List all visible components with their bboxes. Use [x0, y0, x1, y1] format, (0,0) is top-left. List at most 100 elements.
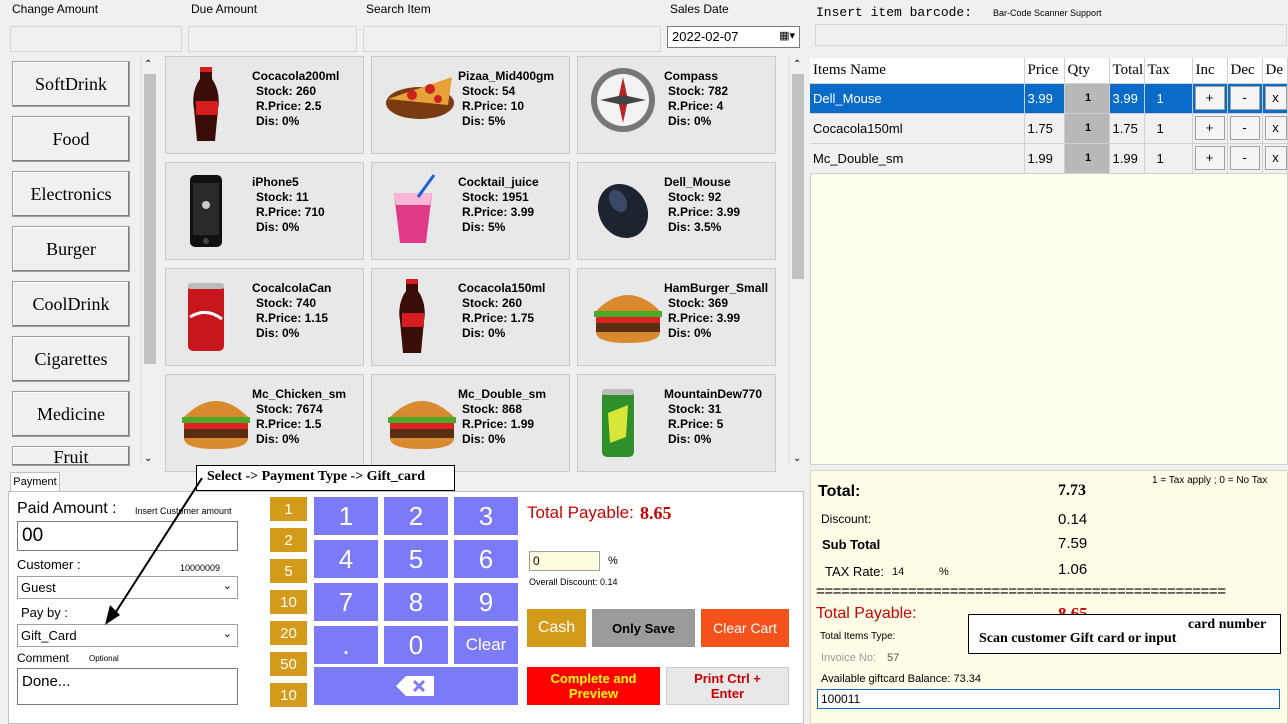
- cart-action-cell: x: [1262, 143, 1288, 174]
- category-electronics[interactable]: Electronics: [12, 171, 130, 217]
- numpad-key[interactable]: 9: [454, 583, 518, 621]
- product-card[interactable]: CocalcolaCan Stock: 740 R.Price: 1.15 Dis: …: [165, 268, 364, 366]
- quick-amount-button[interactable]: 5: [270, 559, 307, 583]
- column-header[interactable]: Inc: [1192, 58, 1228, 84]
- due-amount-field[interactable]: [188, 26, 357, 52]
- quick-amount-button[interactable]: 1: [270, 497, 307, 521]
- column-header[interactable]: Total: [1109, 58, 1145, 84]
- comment-label: Comment: [17, 651, 70, 665]
- column-header[interactable]: De: [1262, 58, 1288, 84]
- search-item-input[interactable]: [363, 26, 661, 52]
- decrease-button[interactable]: -: [1229, 116, 1260, 140]
- numpad-key[interactable]: 6: [454, 540, 518, 578]
- quick-amount-button[interactable]: 2: [270, 528, 307, 552]
- paid-amount-input[interactable]: 00: [17, 521, 238, 551]
- chevron-down-icon[interactable]: ⌄: [223, 579, 232, 592]
- product-card[interactable]: Pizaa_Mid400gm Stock: 54 R.Price: 10 Dis: 5…: [371, 56, 570, 154]
- giftcard-input[interactable]: 100011: [817, 689, 1280, 709]
- customer-select[interactable]: Guest ⌄: [17, 576, 238, 599]
- product-stock: Stock: 1951: [462, 190, 529, 204]
- clear-cart-button[interactable]: Clear Cart: [701, 609, 789, 647]
- backspace-button[interactable]: [314, 667, 518, 705]
- product-card[interactable]: Mc_Double_sm Stock: 868 R.Price: 1.99 Dis: …: [371, 374, 570, 472]
- tab-payment[interactable]: Payment: [10, 472, 60, 492]
- category-fruit[interactable]: Fruit: [12, 446, 130, 466]
- scroll-thumb[interactable]: [792, 74, 804, 279]
- numpad-key[interactable]: 0: [384, 626, 448, 664]
- column-header[interactable]: Tax: [1144, 58, 1193, 84]
- discount-input[interactable]: 0: [529, 551, 600, 571]
- barcode-input[interactable]: [815, 24, 1287, 46]
- complete-preview-button[interactable]: Complete and Preview: [527, 667, 660, 705]
- delete-button[interactable]: x: [1264, 116, 1287, 140]
- increase-button[interactable]: +: [1194, 146, 1225, 170]
- chevron-down-icon[interactable]: ⌄: [223, 627, 232, 640]
- column-header[interactable]: Price: [1024, 58, 1065, 84]
- numpad-key[interactable]: .: [314, 626, 378, 664]
- print-button[interactable]: Print Ctrl + Enter: [666, 667, 789, 705]
- product-card[interactable]: Compass Stock: 782 R.Price: 4 Dis: 0%: [577, 56, 776, 154]
- clear-button[interactable]: Clear: [454, 626, 518, 664]
- increase-button[interactable]: +: [1194, 86, 1225, 110]
- category-cigarettes[interactable]: Cigarettes: [12, 336, 130, 382]
- change-amount-field[interactable]: [10, 26, 182, 52]
- increase-button[interactable]: +: [1194, 116, 1225, 140]
- decrease-button[interactable]: -: [1229, 146, 1260, 170]
- cart-action-cell: +: [1192, 113, 1228, 144]
- cart-row[interactable]: Cocacola150ml 1.75 1 1.75 1 + - x: [810, 113, 1288, 144]
- product-card[interactable]: Dell_Mouse Stock: 92 R.Price: 3.99 Dis: 3.5…: [577, 162, 776, 260]
- category-burger[interactable]: Burger: [12, 226, 130, 272]
- scroll-up-icon[interactable]: ⌃: [793, 59, 801, 70]
- quick-amount-button[interactable]: 50: [270, 652, 307, 676]
- payby-select[interactable]: Gift_Card ⌄: [17, 624, 238, 647]
- cart-item-qty[interactable]: 1: [1064, 143, 1110, 174]
- product-card[interactable]: iPhone5 Stock: 11 R.Price: 710 Dis: 0%: [165, 162, 364, 260]
- cash-button[interactable]: Cash: [527, 609, 586, 647]
- column-header[interactable]: Dec: [1227, 58, 1263, 84]
- quick-amount-button[interactable]: 20: [270, 621, 307, 645]
- product-card[interactable]: Cocktail_juice Stock: 1951 R.Price: 3.99 Di…: [371, 162, 570, 260]
- category-scrollbar[interactable]: ⌃ ⌄: [140, 56, 158, 466]
- scroll-down-icon[interactable]: ⌄: [144, 453, 152, 464]
- scroll-thumb[interactable]: [144, 74, 156, 364]
- delete-button[interactable]: x: [1264, 146, 1287, 170]
- quick-amount-button[interactable]: 10: [270, 683, 307, 707]
- column-header[interactable]: Qty: [1064, 58, 1110, 84]
- category-softdrink[interactable]: SoftDrink: [12, 61, 130, 107]
- product-price: R.Price: 10: [462, 99, 525, 113]
- numpad-key[interactable]: 5: [384, 540, 448, 578]
- column-header[interactable]: Items Name: [810, 58, 1025, 84]
- cart-row[interactable]: Dell_Mouse 3.99 1 3.99 1 + - x: [810, 83, 1288, 114]
- decrease-button[interactable]: -: [1229, 86, 1260, 110]
- product-card[interactable]: Mc_Chicken_sm Stock: 7674 R.Price: 1.5 Dis:…: [165, 374, 364, 472]
- product-stock: Stock: 260: [462, 296, 523, 310]
- product-card[interactable]: Cocacola200ml Stock: 260 R.Price: 2.5 Dis: …: [165, 56, 364, 154]
- product-card[interactable]: MountainDew770 Stock: 31 R.Price: 5 Dis: 0%: [577, 374, 776, 472]
- numpad-key[interactable]: 2: [384, 497, 448, 535]
- quick-amount-button[interactable]: 10: [270, 590, 307, 614]
- tax-value: 1.06: [1058, 561, 1088, 578]
- numpad-key[interactable]: 7: [314, 583, 378, 621]
- numpad-key[interactable]: 3: [454, 497, 518, 535]
- scroll-up-icon[interactable]: ⌃: [144, 59, 152, 70]
- product-card[interactable]: HamBurger_Small Stock: 369 R.Price: 3.99 Di…: [577, 268, 776, 366]
- cart-item-qty[interactable]: 1: [1064, 113, 1110, 144]
- category-medicine[interactable]: Medicine: [12, 391, 130, 437]
- tax-note: 1 = Tax apply ; 0 = No Tax: [1152, 475, 1268, 486]
- numpad-key[interactable]: 8: [384, 583, 448, 621]
- numpad-key[interactable]: 1: [314, 497, 378, 535]
- sales-date-picker[interactable]: 2022-02-07 ▦▾: [667, 26, 800, 48]
- cart-item-qty[interactable]: 1: [1064, 83, 1110, 114]
- product-card[interactable]: Cocacola150ml Stock: 260 R.Price: 1.75 Dis:…: [371, 268, 570, 366]
- barcode-label: Insert item barcode:: [816, 5, 973, 20]
- numpad-key[interactable]: 4: [314, 540, 378, 578]
- scroll-down-icon[interactable]: ⌄: [793, 453, 801, 464]
- category-food[interactable]: Food: [12, 116, 130, 162]
- comment-input[interactable]: Done...: [17, 668, 238, 705]
- only-save-button[interactable]: Only Save: [592, 609, 695, 647]
- category-cooldrink[interactable]: CoolDrink: [12, 281, 130, 327]
- cart-row[interactable]: Mc_Double_sm 1.99 1 1.99 1 + - x: [810, 143, 1288, 174]
- delete-button[interactable]: x: [1264, 86, 1287, 110]
- product-scrollbar[interactable]: ⌃ ⌄: [788, 56, 806, 466]
- calendar-dropdown-icon[interactable]: ▦▾: [779, 29, 795, 42]
